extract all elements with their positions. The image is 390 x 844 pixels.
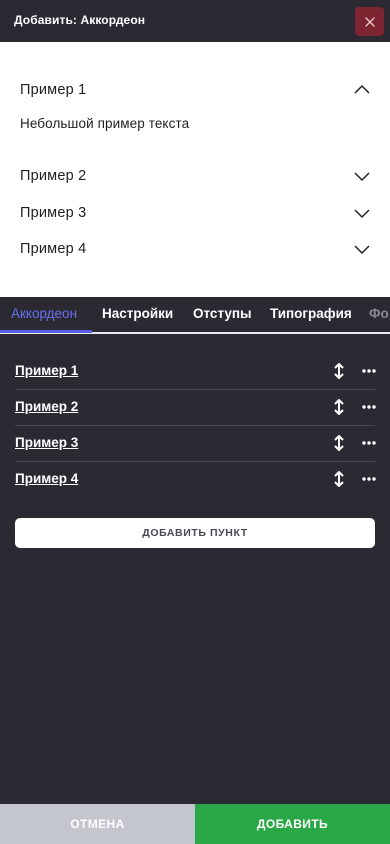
list-item-label[interactable]: Пример 1 <box>15 363 78 378</box>
drag-handle-icon[interactable] <box>332 398 346 416</box>
more-options-icon[interactable] <box>362 440 376 446</box>
accordion-item-title: Пример 4 <box>20 241 87 257</box>
tab-settings[interactable]: Настройки <box>102 306 173 321</box>
chevron-down-icon <box>354 172 370 182</box>
list-item[interactable]: Пример 4 <box>15 461 376 497</box>
tab-accordion[interactable]: Аккордеон <box>11 306 77 321</box>
tab-spacing[interactable]: Отступы <box>193 306 252 321</box>
accordion-item-title: Пример 2 <box>20 168 87 184</box>
accordion-item[interactable]: Пример 3 <box>20 201 372 225</box>
chevron-down-icon <box>354 245 370 255</box>
dialog-header: Добавить: Аккордеон <box>0 0 390 42</box>
drag-handle-icon[interactable] <box>332 362 346 380</box>
active-tab-indicator <box>0 330 92 333</box>
add-item-button[interactable]: ДОБАВИТЬ ПУНКТ <box>15 518 375 548</box>
drag-handle-icon[interactable] <box>332 470 346 488</box>
add-button[interactable]: ДОБАВИТЬ <box>195 804 390 844</box>
list-item[interactable]: Пример 1 <box>15 353 376 390</box>
close-icon <box>364 16 375 27</box>
list-item-label[interactable]: Пример 3 <box>15 435 78 450</box>
accordion-item-title: Пример 1 <box>20 82 87 98</box>
list-item-label[interactable]: Пример 4 <box>15 471 78 486</box>
list-item-label[interactable]: Пример 2 <box>15 399 78 414</box>
accordion-item[interactable]: Пример 4 <box>20 237 372 261</box>
cancel-button[interactable]: ОТМЕНА <box>0 804 195 844</box>
dialog-title: Добавить: Аккордеон <box>14 13 146 27</box>
accordion-item[interactable]: Пример 2 <box>20 164 372 188</box>
accordion-item[interactable]: Пример 1 <box>20 78 372 102</box>
more-options-icon[interactable] <box>362 476 376 482</box>
accordion-item-title: Пример 3 <box>20 205 87 221</box>
more-options-icon[interactable] <box>362 404 376 410</box>
tab-background[interactable]: Фо <box>369 306 389 321</box>
accordion-preview: Пример 1 Небольшой пример текста Пример … <box>0 42 390 297</box>
accordion-item-body: Небольшой пример текста <box>20 116 190 131</box>
settings-tabs: Аккордеон Настройки Отступы Типография Ф… <box>0 297 390 334</box>
drag-handle-icon[interactable] <box>332 434 346 452</box>
tab-typography[interactable]: Типография <box>270 306 352 321</box>
close-button[interactable] <box>355 7 384 36</box>
more-options-icon[interactable] <box>362 368 376 374</box>
list-item[interactable]: Пример 2 <box>15 389 376 426</box>
chevron-down-icon <box>354 209 370 219</box>
chevron-up-icon <box>354 84 370 94</box>
list-item[interactable]: Пример 3 <box>15 425 376 462</box>
